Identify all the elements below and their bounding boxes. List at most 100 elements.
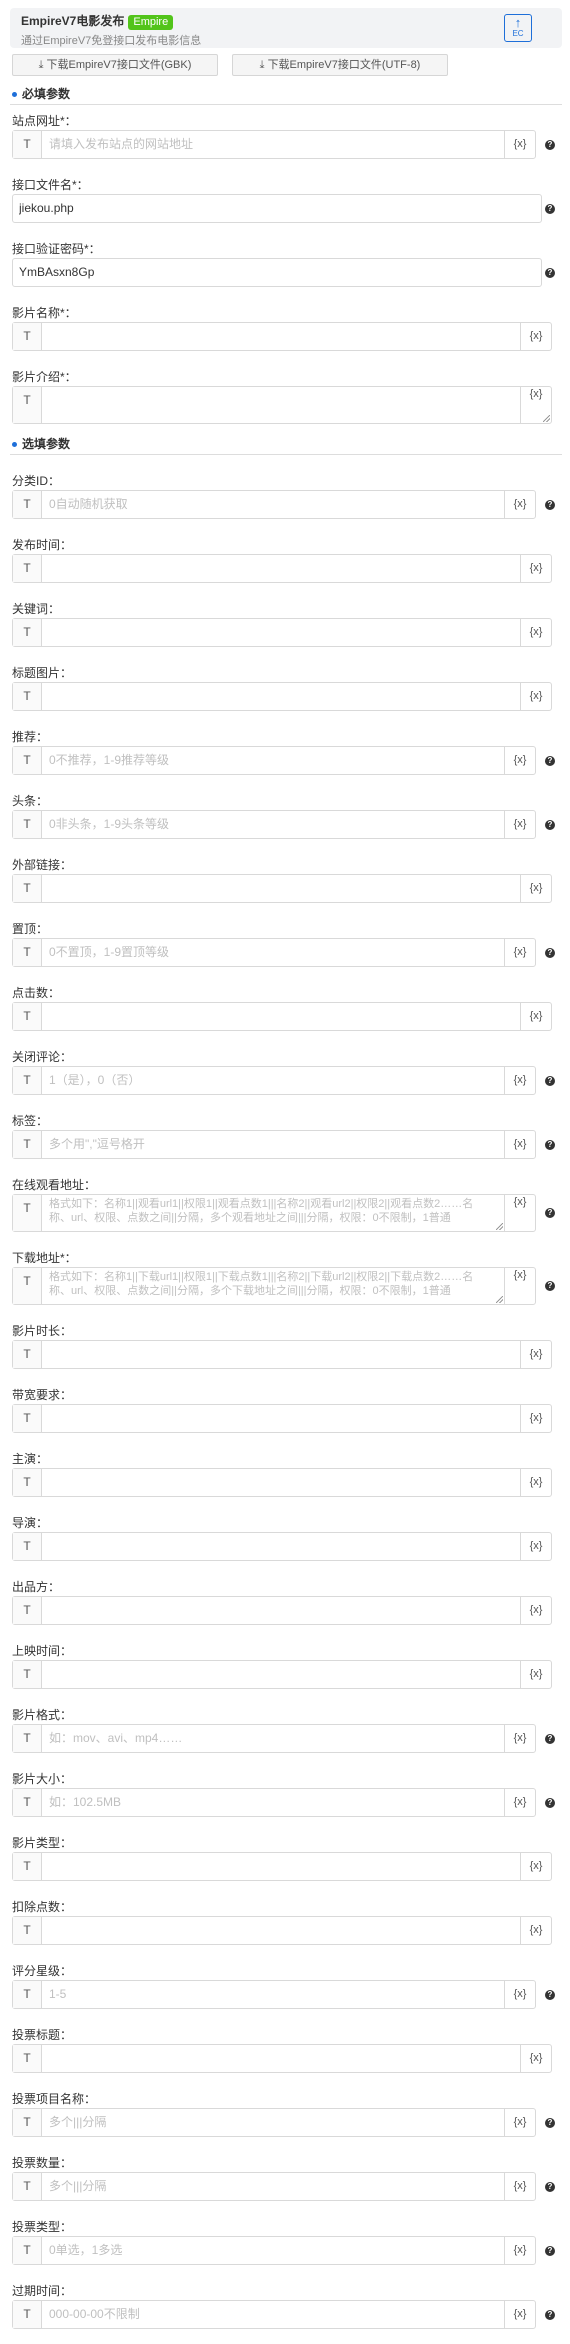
top-input[interactable]: 0不置顶，1-9置顶等级 [49,939,495,966]
variable-insert-button[interactable]: {x} [520,1341,551,1368]
variable-insert-button[interactable]: {x} [520,1917,551,1944]
headline-input[interactable]: 0非头条，1-9头条等级 [49,811,495,838]
help-icon[interactable]: ? [545,204,555,214]
variable-insert-button[interactable]: {x} [520,1853,551,1880]
movie-intro-field[interactable]: T {x} [12,386,552,424]
help-icon[interactable]: ? [545,1076,555,1086]
download-utf8-button[interactable]: ⤓ 下载EmpireV7接口文件(UTF-8) [232,54,448,76]
help-icon[interactable]: ? [545,500,555,510]
help-icon[interactable]: ? [545,1281,555,1291]
resize-handle[interactable] [496,1296,503,1303]
variable-insert-button[interactable]: {x} [504,131,535,158]
site-url-field[interactable]: T 请填入发布站点的网站地址 {x} [12,130,536,159]
variable-insert-button[interactable]: {x} [504,1268,535,1304]
help-icon[interactable]: ? [545,948,555,958]
download-url-field[interactable]: T 格式如下：名称1||下载url1||权限1||下载点数1|||名称2||下载u… [12,1267,536,1305]
api-password-field[interactable]: YmBAsxn8Gp [12,258,542,287]
movie-name-field[interactable]: T {x} [12,322,552,351]
top-field[interactable]: T 0不置顶，1-9置顶等级 {x} [12,938,536,967]
director-field[interactable]: T {x} [12,1532,552,1561]
vote-type-input[interactable]: 0单选，1多选 [49,2237,495,2264]
help-icon[interactable]: ? [545,756,555,766]
api-file-field[interactable]: jiekou.php [12,194,542,223]
variable-insert-button[interactable]: {x} [504,2173,535,2200]
format-input[interactable]: 如：mov、avi、mp4…… [49,1725,495,1752]
variable-insert-button[interactable]: {x} [520,619,551,646]
variable-insert-button[interactable]: {x} [520,1405,551,1432]
close-comment-field[interactable]: T 1（是），0（否） {x} [12,1066,536,1095]
help-icon[interactable]: ? [545,2182,555,2192]
clicks-field[interactable]: T {x} [12,1002,552,1031]
help-icon[interactable]: ? [545,1798,555,1808]
variable-insert-button[interactable]: {x} [504,1789,535,1816]
external-link-field[interactable]: T {x} [12,874,552,903]
variable-insert-button[interactable]: {x} [504,1195,535,1231]
keywords-field[interactable]: T {x} [12,618,552,647]
help-icon[interactable]: ? [545,1990,555,2000]
online-watch-input[interactable]: 格式如下：名称1||观看url1||权限1||观看点数1|||名称2||观看ur… [49,1197,495,1223]
variable-insert-button[interactable]: {x} [520,1661,551,1688]
recommend-field[interactable]: T 0不推荐，1-9推荐等级 {x} [12,746,536,775]
download-url-input[interactable]: 格式如下：名称1||下载url1||权限1||下载点数1|||名称2||下载ur… [49,1270,495,1296]
help-icon[interactable]: ? [545,2310,555,2320]
variable-insert-button[interactable]: {x} [504,2237,535,2264]
help-icon[interactable]: ? [545,1140,555,1150]
vote-title-field[interactable]: T {x} [12,2044,552,2073]
help-icon[interactable]: ? [545,1734,555,1744]
release-time-field[interactable]: T {x} [12,1660,552,1689]
tags-field[interactable]: T 多个用","逗号格开 {x} [12,1130,536,1159]
variable-insert-button[interactable]: {x} [520,1469,551,1496]
category-id-field[interactable]: T 0自动随机获取 {x} [12,490,536,519]
rating-input[interactable]: 1-5 [49,1981,495,2008]
variable-insert-button[interactable]: {x} [520,875,551,902]
variable-insert-button[interactable]: {x} [520,2045,551,2072]
api-file-input[interactable]: jiekou.php [19,195,535,222]
expire-time-input[interactable]: 000-00-00不限制 [49,2301,495,2328]
vote-count-field[interactable]: T 多个|||分隔 {x} [12,2172,536,2201]
headline-field[interactable]: T 0非头条，1-9头条等级 {x} [12,810,536,839]
format-field[interactable]: T 如：mov、avi、mp4…… {x} [12,1724,536,1753]
close-comment-input[interactable]: 1（是），0（否） [49,1067,495,1094]
variable-insert-button[interactable]: {x} [504,1067,535,1094]
download-gbk-button[interactable]: ⤓ 下载EmpireV7接口文件(GBK) [12,54,218,76]
vote-items-input[interactable]: 多个|||分隔 [49,2109,495,2136]
starring-field[interactable]: T {x} [12,1468,552,1497]
recommend-input[interactable]: 0不推荐，1-9推荐等级 [49,747,495,774]
variable-insert-button[interactable]: {x} [520,555,551,582]
movie-type-field[interactable]: T {x} [12,1852,552,1881]
rating-field[interactable]: T 1-5 {x} [12,1980,536,2009]
variable-insert-button[interactable]: {x} [520,683,551,710]
movie-intro-input[interactable] [49,389,511,415]
size-field[interactable]: T 如：102.5MB {x} [12,1788,536,1817]
tags-input[interactable]: 多个用","逗号格开 [49,1131,495,1158]
help-icon[interactable]: ? [545,2118,555,2128]
variable-insert-button[interactable]: {x} [520,1003,551,1030]
title-image-field[interactable]: T {x} [12,682,552,711]
variable-insert-button[interactable]: {x} [504,491,535,518]
bandwidth-field[interactable]: T {x} [12,1404,552,1433]
help-icon[interactable]: ? [545,820,555,830]
variable-insert-button[interactable]: {x} [504,1131,535,1158]
vote-count-input[interactable]: 多个|||分隔 [49,2173,495,2200]
variable-insert-button[interactable]: {x} [520,1533,551,1560]
resize-handle[interactable] [496,1223,503,1230]
variable-insert-button[interactable]: {x} [520,1597,551,1624]
publish-time-field[interactable]: T {x} [12,554,552,583]
api-password-input[interactable]: YmBAsxn8Gp [19,259,535,286]
variable-insert-button[interactable]: {x} [504,1725,535,1752]
size-input[interactable]: 如：102.5MB [49,1789,495,1816]
category-id-input[interactable]: 0自动随机获取 [49,491,495,518]
site-url-input[interactable]: 请填入发布站点的网站地址 [49,131,495,158]
help-icon[interactable]: ? [545,2246,555,2256]
expire-time-field[interactable]: T 000-00-00不限制 {x} [12,2300,536,2329]
deduct-points-field[interactable]: T {x} [12,1916,552,1945]
help-icon[interactable]: ? [545,140,555,150]
variable-insert-button[interactable]: {x} [504,1981,535,2008]
vote-items-field[interactable]: T 多个|||分隔 {x} [12,2108,536,2137]
online-watch-field[interactable]: T 格式如下：名称1||观看url1||权限1||观看点数1|||名称2||观看u… [12,1194,536,1232]
variable-insert-button[interactable]: {x} [504,2109,535,2136]
variable-insert-button[interactable]: {x} [520,323,551,350]
producer-field[interactable]: T {x} [12,1596,552,1625]
variable-insert-button[interactable]: {x} [504,811,535,838]
variable-insert-button[interactable]: {x} [504,2301,535,2328]
